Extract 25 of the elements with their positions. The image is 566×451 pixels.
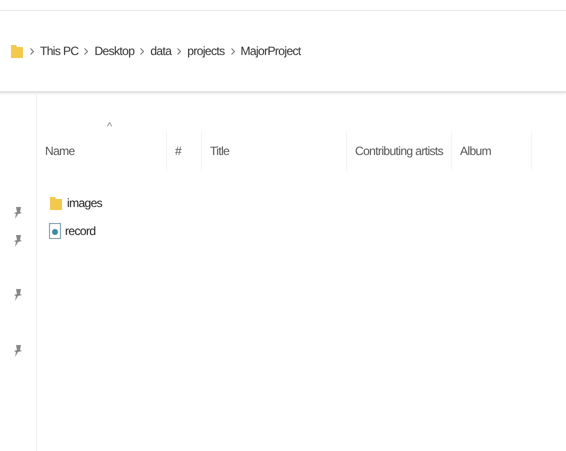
column-header[interactable]: # bbox=[167, 131, 202, 171]
breadcrumb-item[interactable]: This PC bbox=[40, 44, 78, 58]
column-header[interactable]: Title bbox=[202, 131, 347, 171]
chevron-icon bbox=[177, 48, 182, 54]
breadcrumb-item[interactable]: MajorProject bbox=[240, 44, 301, 58]
folder-icon bbox=[10, 43, 24, 59]
chevron-icon bbox=[84, 48, 88, 54]
breadcrumb-item[interactable]: data bbox=[150, 44, 172, 58]
pin-icon[interactable] bbox=[13, 206, 23, 220]
breadcrumb-item[interactable]: projects bbox=[187, 44, 224, 58]
column-header[interactable]: Name bbox=[37, 131, 167, 171]
file-name[interactable]: images bbox=[67, 196, 102, 210]
chevron-icon bbox=[30, 48, 34, 54]
folder-icon bbox=[49, 195, 63, 211]
breadcrumb-item[interactable]: Desktop bbox=[94, 44, 134, 58]
file-name[interactable]: record bbox=[65, 224, 96, 238]
pin-icon[interactable] bbox=[13, 234, 23, 248]
chevron-icon bbox=[140, 48, 144, 54]
pin-icon[interactable] bbox=[13, 344, 23, 358]
document-icon bbox=[49, 223, 61, 239]
pin-icon[interactable] bbox=[13, 288, 23, 302]
column-header[interactable]: Contributing artists bbox=[347, 131, 452, 171]
sort-indicator: ^ bbox=[107, 121, 112, 133]
chevron-icon bbox=[230, 48, 234, 54]
column-header[interactable]: Album bbox=[452, 131, 532, 171]
